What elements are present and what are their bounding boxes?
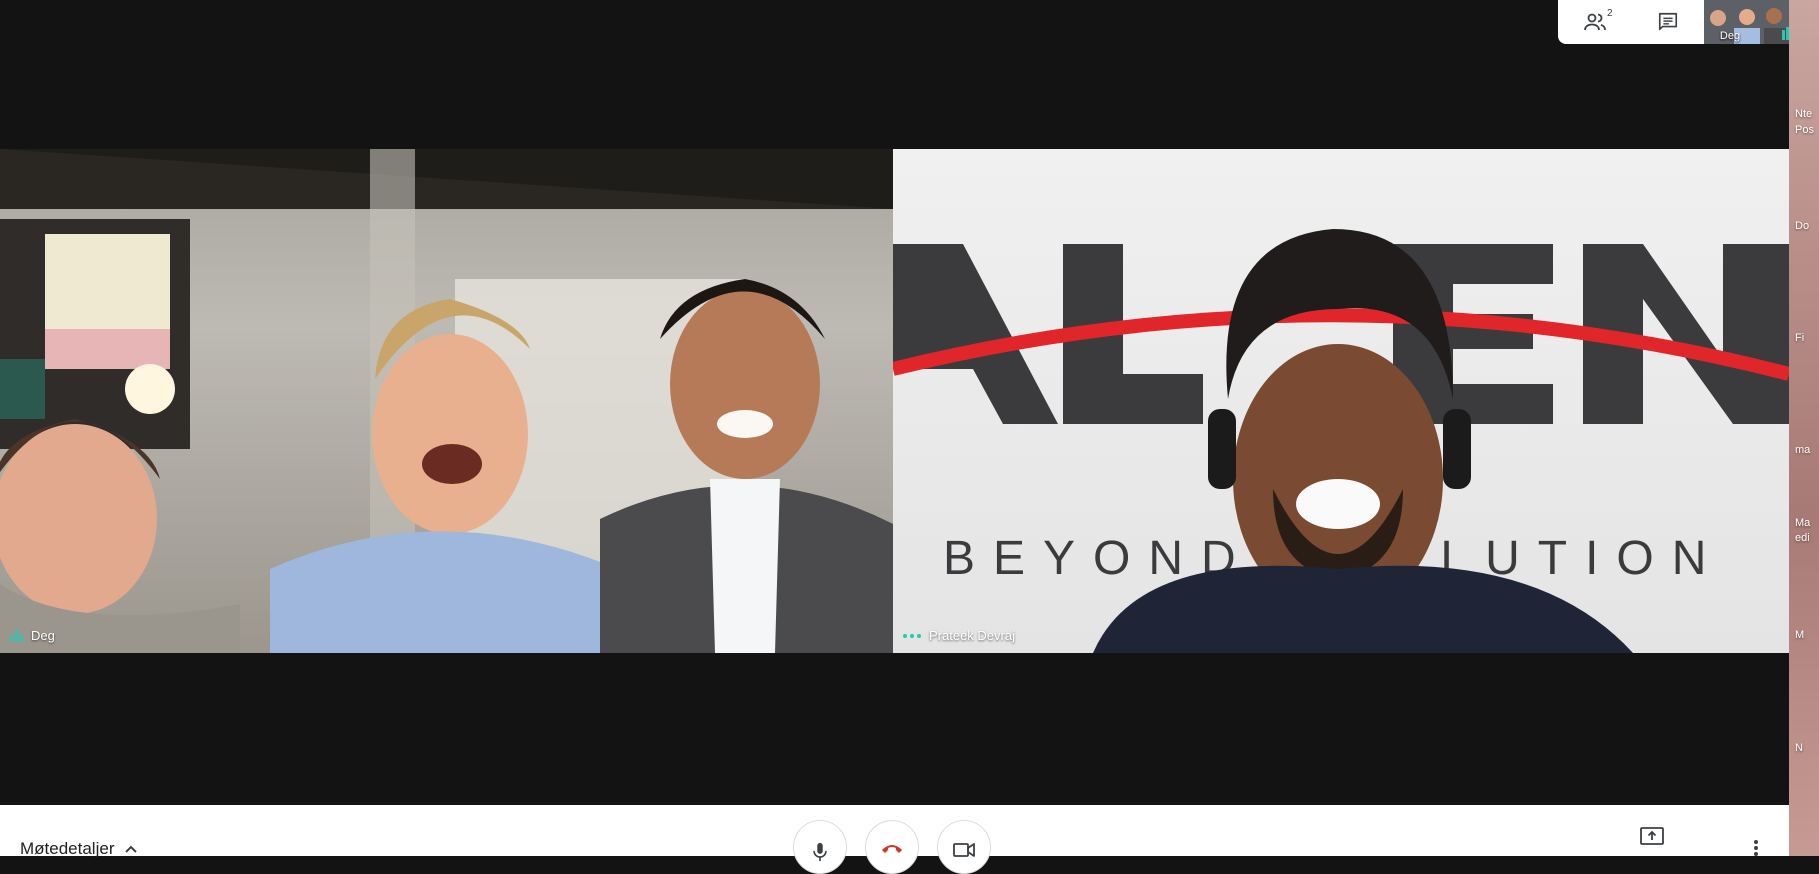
hangup-icon: [882, 845, 902, 853]
more-options-button[interactable]: [1753, 839, 1759, 862]
self-view-name: Deg: [1719, 30, 1741, 42]
camera-feed-you: [0, 149, 893, 653]
camera-feed-remote: BEYOND EVOLUTION: [893, 229, 1789, 653]
desktop-background-strip: Nte Pos Do Fi ma Ma edi M N: [1789, 0, 1819, 856]
chat-button[interactable]: [1646, 2, 1690, 42]
mic-icon: [813, 842, 827, 862]
call-stage: Deg BEYOND EVOLUTION Prateek Devraj: [0, 0, 1789, 805]
participant-name-remote: Prateek Devraj: [929, 628, 1015, 643]
bottom-control-bar: Møtedetaljer: [0, 805, 1789, 874]
desktop-label: Ma: [1795, 517, 1811, 529]
people-button[interactable]: 2: [1573, 2, 1617, 42]
leave-call-button[interactable]: [865, 820, 919, 874]
desktop-label: ma: [1795, 444, 1811, 456]
desktop-label: Nte: [1795, 108, 1813, 120]
meeting-details-label: Møtedetaljer: [20, 839, 115, 858]
people-icon: [1583, 13, 1606, 31]
name-tag-remote: Prateek Devraj: [903, 628, 1015, 643]
name-tag-you: Deg: [10, 628, 55, 643]
participant-tile-you[interactable]: Deg: [0, 149, 893, 653]
chevron-up-icon: [125, 845, 138, 853]
desktop-label: Do: [1795, 220, 1810, 232]
meeting-details-button[interactable]: Møtedetaljer: [20, 839, 138, 859]
people-count-badge: 2: [1606, 8, 1613, 19]
participant-tile-remote[interactable]: BEYOND EVOLUTION Prateek Devraj: [893, 149, 1789, 653]
audio-indicator-icon: [903, 633, 921, 638]
participant-name-you: Deg: [31, 628, 55, 643]
top-panel: 2: [1558, 0, 1704, 44]
present-icon: [1640, 827, 1664, 845]
self-view-thumbnail[interactable]: Deg: [1704, 0, 1789, 44]
desktop-label: edi: [1795, 532, 1810, 544]
present-now-button[interactable]: [1640, 827, 1664, 852]
desktop-label: M: [1795, 629, 1805, 641]
desktop-label: Fi: [1795, 332, 1805, 344]
more-vert-icon: [1754, 840, 1758, 856]
chat-icon: [1658, 12, 1677, 31]
speaking-indicator-icon: [10, 629, 23, 642]
desktop-label: Pos: [1795, 124, 1814, 136]
microphone-button[interactable]: [793, 820, 847, 874]
desktop-label: N: [1795, 742, 1803, 754]
camera-button[interactable]: [937, 820, 991, 874]
